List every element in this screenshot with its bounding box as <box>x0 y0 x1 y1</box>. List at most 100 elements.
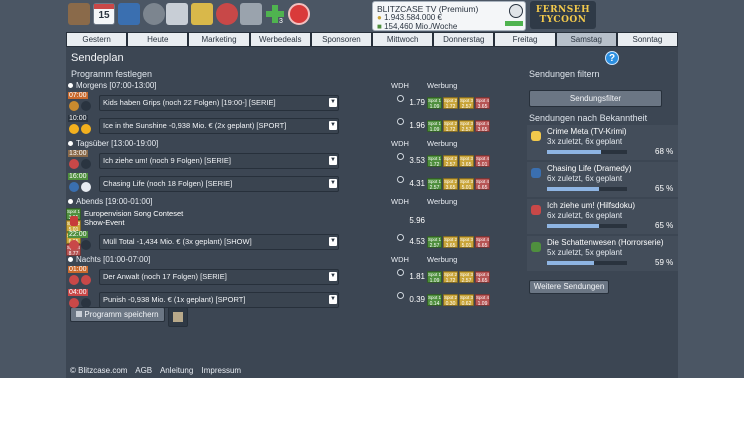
ad-spot-button[interactable]: Spot 4 3.65 <box>475 120 490 133</box>
tab-0[interactable]: Gestern <box>66 32 128 47</box>
filter-button[interactable]: Sendungsfilter <box>529 90 662 107</box>
show-fame-item[interactable]: Die Schattenwesen (Horrorserie) 5x zuletz… <box>527 236 678 271</box>
tab-4[interactable]: Sponsoren <box>310 32 373 47</box>
show-fame-item[interactable]: Chasing Life (Dramedy) 6x zuletzt, 6x gep… <box>527 162 678 197</box>
ad-spot-button[interactable]: Spot 3 2.57 <box>459 271 474 284</box>
chevron-down-icon[interactable]: ▼ <box>329 98 337 107</box>
weekly-text: 154,460 Mio./Woche <box>384 22 458 31</box>
wdh-value: 4.53 <box>409 237 425 246</box>
film-reels-icon[interactable] <box>143 3 165 25</box>
genre-icon <box>69 124 79 134</box>
ad-spot-button[interactable]: Spot 2 2.57 <box>443 155 458 168</box>
repeat-radio[interactable] <box>397 292 404 299</box>
program-select[interactable]: Chasing Life (noch 18 Folgen) [SERIE] <box>99 176 339 192</box>
repeat-radio[interactable] <box>397 153 404 160</box>
repeat-radio[interactable] <box>397 176 404 183</box>
tab-7[interactable]: Freitag <box>494 32 556 47</box>
program-select[interactable]: Kids haben Grips (noch 22 Folgen) [19:00… <box>99 95 339 111</box>
fame-bar-fill <box>547 150 602 154</box>
schedule-row: 13:00 Ich ziehe um! (noch 9 Folgen) [SERI… <box>66 150 524 173</box>
ad-spot-button[interactable]: Spot 1 1.72 <box>427 155 442 168</box>
program-select[interactable]: Müll Total -1,434 Mio. € (3x geplant) [S… <box>99 234 339 250</box>
ad-spot-button[interactable]: Spot 4 3.65 <box>475 97 490 110</box>
tab-1[interactable]: Heute <box>127 32 189 47</box>
add-icon[interactable]: 3 <box>264 3 286 25</box>
impressum-link[interactable]: Impressum <box>202 366 242 375</box>
repeat-radio[interactable] <box>397 269 404 276</box>
show-fame-item[interactable]: Ich ziehe um! (Hilfsdoku) 6x zuletzt, 6x … <box>527 199 678 234</box>
chevron-down-icon[interactable]: ▼ <box>329 156 337 165</box>
ad-spot-button[interactable]: Spot 4 5.01 <box>475 155 490 168</box>
ad-spot-button[interactable]: Spot 3 5.01 <box>459 178 474 191</box>
slot-time: 13:00 <box>68 150 88 157</box>
ad-spot-button[interactable]: Spot 1 0.14 <box>427 294 442 307</box>
tab-2[interactable]: Marketing <box>188 32 250 47</box>
ad-spot-button[interactable]: Spot 4 3.65 <box>475 271 490 284</box>
ad-spot-button[interactable]: Spot 2 0.30 <box>443 294 458 307</box>
chevron-down-icon[interactable]: ▼ <box>329 237 337 246</box>
ad-spot-button[interactable]: Spot 3 0.62 <box>459 294 474 307</box>
repeat-radio[interactable] <box>397 234 404 241</box>
chevron-down-icon[interactable]: ▼ <box>329 272 337 281</box>
fame-percent: 65 % <box>655 221 674 230</box>
tab-9[interactable]: Sonntag <box>616 32 679 47</box>
contract-icon[interactable] <box>191 3 213 25</box>
agb-link[interactable]: AGB <box>135 366 152 375</box>
ads-icon[interactable] <box>216 3 238 25</box>
chevron-down-icon[interactable]: ▼ <box>329 295 337 304</box>
building-icon[interactable] <box>240 3 262 25</box>
ad-spot-button[interactable]: Spot 3 2.57 <box>459 120 474 133</box>
show-name: Crime Meta (TV-Krimi) <box>547 127 627 136</box>
tab-3[interactable]: Werbedeals <box>249 32 311 47</box>
anleitung-link[interactable]: Anleitung <box>160 366 193 375</box>
audience-icon <box>81 101 91 111</box>
chevron-down-icon[interactable]: ▼ <box>329 121 337 130</box>
ad-spot-value: 5.01 <box>477 162 488 168</box>
ad-spot-button[interactable]: Spot 1 1.09 <box>427 271 442 284</box>
archive-icon[interactable] <box>118 3 140 25</box>
tab-8[interactable]: Samstag <box>555 32 617 47</box>
fame-bar <box>547 224 627 228</box>
ad-spot-button[interactable]: Spot 1 2.57 <box>427 178 442 191</box>
tab-5[interactable]: Mittwoch <box>372 32 434 47</box>
repeat-radio[interactable] <box>397 95 404 102</box>
ad-spot-value: 3.65 <box>461 162 472 168</box>
ad-spot-button[interactable]: Spot 2 1.72 <box>443 97 458 110</box>
help-icon[interactable]: ? <box>605 51 619 65</box>
quota-bar <box>505 21 523 26</box>
ad-spot-button[interactable]: Spot 3 2.57 <box>459 97 474 110</box>
ad-spot-button[interactable]: Spot 1 2.57 <box>427 236 442 249</box>
program-select[interactable]: Ich ziehe um! (noch 9 Folgen) [SERIE] <box>99 153 339 169</box>
ad-spot-button[interactable]: Spot 2 1.72 <box>443 271 458 284</box>
tab-6[interactable]: Donnerstag <box>433 32 495 47</box>
repeat-radio[interactable] <box>397 118 404 125</box>
ad-spot-button[interactable]: Spot 2 3.65 <box>443 236 458 249</box>
calendar-icon[interactable]: 15 <box>93 3 115 25</box>
chevron-down-icon[interactable]: ▼ <box>329 179 337 188</box>
program-select[interactable]: Ice in the Sunshine -0,938 Mio. € (2x ge… <box>99 118 339 134</box>
wdh-label: WDH <box>391 81 409 90</box>
ad-spot-value: 2.57 <box>429 243 440 249</box>
film-stack-icon[interactable] <box>68 3 90 25</box>
time-block-label: Morgens [07:00-13:00] <box>76 81 157 90</box>
app-frame: 15 3 BLITZCASE TV (Premium) ● 1.943.584.… <box>0 0 744 378</box>
werbung-label: Werbung <box>427 197 458 206</box>
ad-spot-button[interactable]: Spot 4 6.65 <box>475 236 490 249</box>
ad-spot-value: 1.72 <box>445 104 456 110</box>
ad-spot-button[interactable]: Spot 2 1.72 <box>443 120 458 133</box>
ad-spot-button[interactable]: Spot 2 3.65 <box>443 178 458 191</box>
ad-spot-button[interactable]: Spot 4 1.09 <box>475 294 490 307</box>
program-select[interactable]: Punish -0,938 Mio. € (1x geplant) [SPORT… <box>99 292 339 308</box>
show-fame-item[interactable]: Crime Meta (TV-Krimi) 3x zuletzt, 6x gepl… <box>527 125 678 160</box>
ad-spot-button[interactable]: Spot 1 1.09 <box>427 97 442 110</box>
script-icon[interactable] <box>166 3 188 25</box>
more-shows-button[interactable]: Weitere Sendungen <box>529 280 609 294</box>
power-icon[interactable] <box>288 3 310 25</box>
ad-spot-button[interactable]: Spot 3 5.01 <box>459 236 474 249</box>
ad-spot-button[interactable]: Spot 3 3.65 <box>459 155 474 168</box>
ad-spot-button[interactable]: Spot 4 6.65 <box>475 178 490 191</box>
ad-spot-value: 5.01 <box>461 185 472 191</box>
genre-icon <box>69 298 79 308</box>
program-select[interactable]: Der Anwalt (noch 17 Folgen) [SERIE] <box>99 269 339 285</box>
ad-spot-button[interactable]: Spot 1 1.09 <box>427 120 442 133</box>
